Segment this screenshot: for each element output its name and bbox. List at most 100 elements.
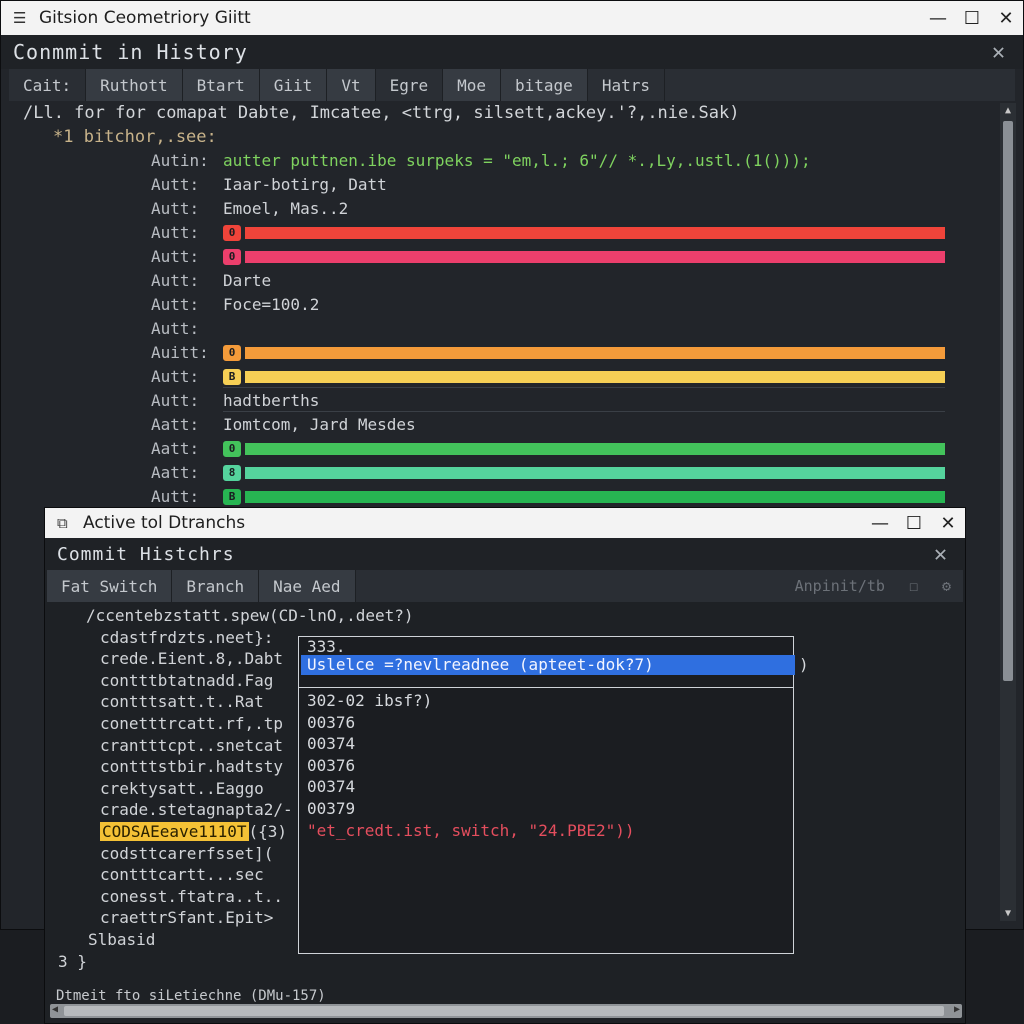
history-row-bar[interactable]: 0 [223,249,945,265]
scroll-right-icon[interactable]: ▶ [954,1004,960,1015]
branch-panel-close-icon[interactable]: ✕ [929,542,953,567]
history-row-text: Iaar-botirg, Datt [223,175,387,194]
scroll-up-icon[interactable]: ▲ [1000,105,1016,116]
horizontal-scroll-thumb[interactable] [64,1006,944,1016]
maximize-icon[interactable]: ☐ [897,508,931,538]
code-line: Slbasid [88,930,156,949]
history-row-bar[interactable]: 0 [223,441,945,457]
tab-egre[interactable]: Egre [376,69,444,101]
window-menu-icon[interactable]: ☰ [13,10,29,26]
row-bar-fill [245,467,945,479]
history-subheader: *1 bitchor,.see: [53,127,217,147]
row-divider [223,387,945,388]
history-row-text: autter puttnen.ibe surpeks = "em,l.; 6"/… [223,151,811,170]
popup-top-text: 333. [307,637,346,656]
code-line: CODSAEeave1110T ({3) [100,822,287,841]
tab-vt[interactable]: Vt [327,69,376,101]
history-row-bar[interactable]: 0 [223,345,945,361]
tab-btart[interactable]: Btart [182,69,260,101]
code-line: crede.Eient.8,.Dabt [100,649,284,669]
scroll-left-icon[interactable]: ◀ [52,1004,58,1015]
minimize-icon[interactable]: — [921,1,955,35]
history-row-label: Aatt: [151,463,200,482]
tab-branch[interactable]: Branch [172,570,260,602]
code-line: craettrSfant.Epit> [100,908,274,928]
tab-moe[interactable]: Moe [443,69,502,101]
history-header-line: /Ll. for for comapat Dabte, Imcatee, <tt… [23,103,740,123]
window-app-icon[interactable]: ⧉ [57,515,73,531]
row-badge: 0 [223,441,241,457]
close-icon[interactable]: ✕ [931,508,965,538]
history-row-label: Autt: [151,247,200,266]
history-row-label: Autt: [151,271,200,290]
branch-panel-title: Commit Histchrs [57,543,235,565]
tab-hatrs[interactable]: Hatrs [588,69,665,101]
history-row-label: Aatt: [151,415,200,434]
history-row-label: Autt: [151,487,200,506]
history-row-label: Autt: [151,199,200,218]
history-row-bar[interactable]: 0 [223,225,945,241]
code-line: /ccentebzstatt.spew(CD-lnO,.deet?) [86,606,414,625]
branch-window-title: Active tol Dtranchs [83,513,246,533]
highlight-suffix: ({3) [248,822,288,841]
popup-list-item[interactable]: 00379 [307,799,355,818]
row-divider [223,411,945,412]
toolbar-right-label[interactable]: Anpinit/tb [783,577,897,595]
row-badge: B [223,489,241,505]
scroll-thumb[interactable] [1003,121,1013,681]
main-vertical-scrollbar[interactable]: ▲ ▼ [1000,103,1016,921]
branch-titlebar: ⧉ Active tol Dtranchs — ☐ ✕ [45,508,965,538]
popup-list-item[interactable]: 00374 [307,777,355,796]
square-icon[interactable]: ☐ [897,577,930,595]
autocomplete-popup[interactable]: 333. Uslelce =?nevlreadnee (apteet-dok?7… [298,636,809,954]
maximize-icon[interactable]: ☐ [955,1,989,35]
row-bar-fill [245,443,945,455]
close-icon[interactable]: ✕ [989,1,1023,35]
branch-panel-header: Commit Histchrs ✕ [45,538,965,570]
row-badge: 0 [223,225,241,241]
history-row-label: Aatt: [151,439,200,458]
row-badge: 0 [223,345,241,361]
popup-list-item[interactable]: 00376 [307,756,355,775]
code-line: crantttcpt..snetcat [100,735,284,755]
code-line: contttsatt.t..Rat [100,692,264,712]
tab-giit[interactable]: Giit [259,69,328,101]
popup-list-item[interactable]: 00376 [307,713,355,732]
tab-nae-aed[interactable]: Nae Aed [259,570,356,602]
popup-list-item[interactable]: 00374 [307,734,355,753]
minimize-icon[interactable]: — [863,508,897,538]
popup-list-item[interactable]: 302-02 ibsf?) [307,691,432,710]
popup-selected-tail: ) [799,655,809,674]
row-bar-fill [245,251,945,263]
history-row-bar[interactable]: B [223,489,945,505]
scroll-down-icon[interactable]: ▼ [1000,908,1016,919]
tab-bitage[interactable]: bitage [501,69,588,101]
tab-fat-switch[interactable]: Fat Switch [47,570,173,602]
code-line: crektysatt..Eaggo [100,778,264,798]
tab-cait[interactable]: Cait: [9,69,87,101]
settings-icon[interactable]: ⚙ [930,577,963,595]
row-bar-fill [245,347,945,359]
main-titlebar: ☰ Gitsion Ceometriory Giitt — ☐ ✕ [1,1,1023,35]
history-row-bar[interactable]: B [223,369,945,385]
code-line: crade.stetagnapta2/- [100,800,293,820]
history-row-label: Autt: [151,391,200,410]
history-row-text: hadtberths [223,391,320,410]
history-row-label: Autt: [151,175,200,194]
horizontal-scrollbar[interactable]: ◀ ▶ [50,1004,962,1018]
history-row-label: Autin: [151,151,209,170]
row-badge: 8 [223,465,241,481]
tab-ruthott[interactable]: Ruthott [86,69,183,101]
code-line: contttcartt...sec [100,865,264,885]
row-badge: B [223,369,241,385]
highlighted-symbol[interactable]: CODSAEeave1110T [100,822,249,841]
history-row-bar[interactable]: 8 [223,465,945,481]
main-toolbar: Cait: Ruthott Btart Giit Vt Egre Moe bit… [9,69,1015,101]
row-badge: 0 [223,249,241,265]
panel-close-icon[interactable]: ✕ [987,40,1011,65]
branch-toolbar: Fat Switch Branch Nae Aed Anpinit/tb ☐ ⚙ [47,570,963,602]
history-panel-header: Conmmit in History ✕ [1,35,1023,69]
code-line: conesst.ftatra..t.. [100,886,284,906]
history-row-text: Iomtcom, Jard Mesdes [223,415,416,434]
popup-selected-item[interactable]: Uslelce =?nevlreadnee (apteet-dok?7) [301,655,795,675]
